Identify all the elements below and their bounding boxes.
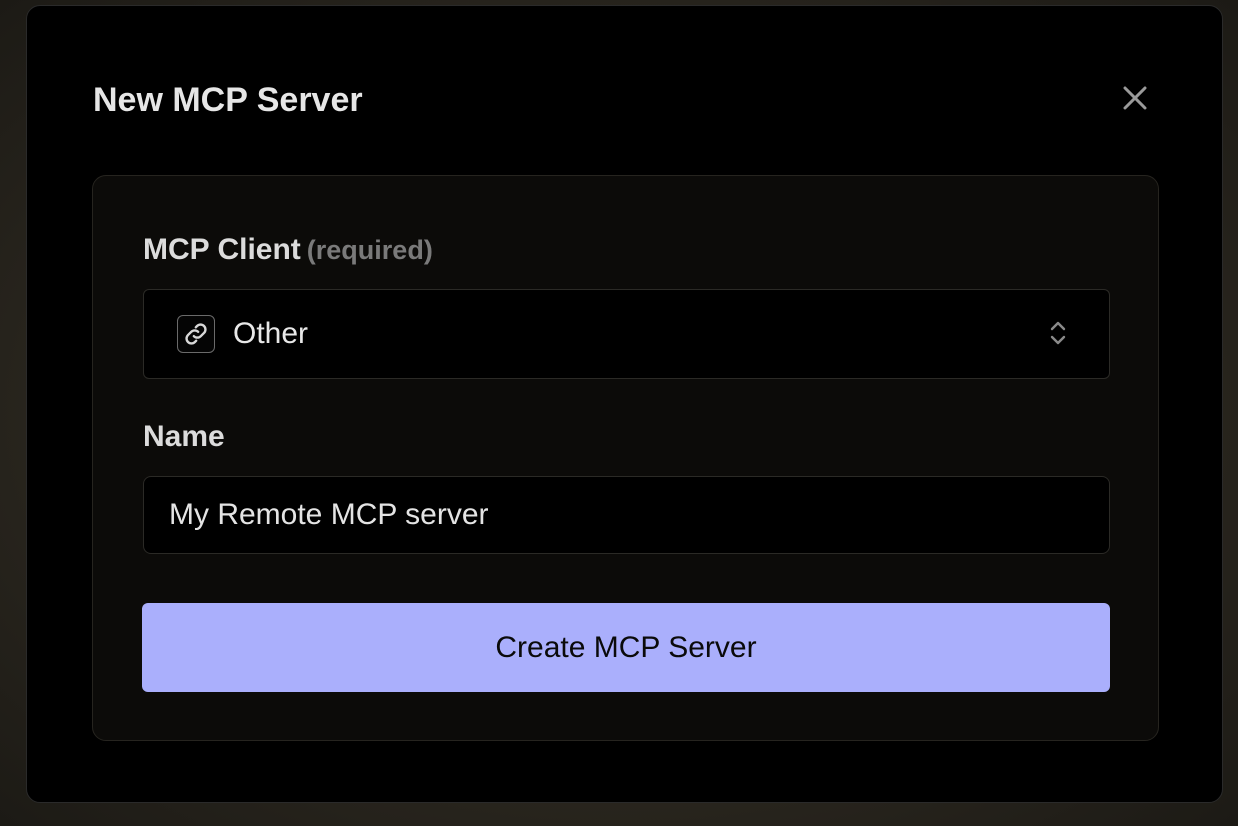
create-mcp-server-button[interactable]: Create MCP Server xyxy=(142,603,1110,692)
mcp-client-label-text: MCP Client xyxy=(143,233,301,266)
mcp-client-selected-value: Other xyxy=(233,317,309,350)
close-button[interactable] xyxy=(1119,82,1151,114)
form-card: MCP Client(required) Other Name Create M… xyxy=(92,175,1159,741)
chevron-up-down-icon xyxy=(1050,321,1066,345)
name-input[interactable] xyxy=(143,476,1110,554)
name-label: Name xyxy=(143,420,225,453)
close-icon xyxy=(1123,86,1147,110)
required-hint: (required) xyxy=(306,235,433,265)
dialog-title: New MCP Server xyxy=(93,81,363,119)
mcp-client-label: MCP Client (required) xyxy=(143,232,433,268)
mcp-client-select[interactable]: Other xyxy=(143,289,1110,379)
link-icon xyxy=(177,315,215,353)
new-mcp-server-dialog: New MCP Server MCP Client (required) Othe… xyxy=(26,5,1223,803)
